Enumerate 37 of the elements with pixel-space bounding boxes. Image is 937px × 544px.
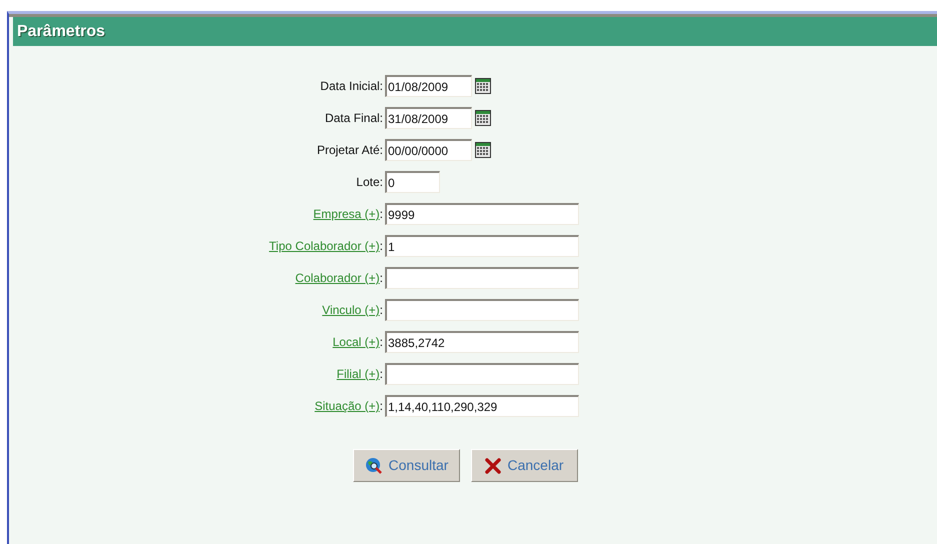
field-link[interactable]: Local (+): [332, 333, 380, 351]
field-link[interactable]: Vinculo (+): [322, 301, 380, 319]
colon-label: :: [380, 206, 383, 223]
cancel-button[interactable]: Cancelar: [471, 449, 578, 482]
colon-label: :: [380, 238, 383, 255]
input-field[interactable]: 3885,2742: [385, 331, 579, 353]
field-link[interactable]: Situação (+): [314, 397, 380, 415]
calendar-icon[interactable]: [475, 142, 491, 158]
colon-label: :: [380, 366, 383, 383]
field-link[interactable]: Colaborador (+): [295, 269, 380, 287]
input-field[interactable]: 9999: [385, 203, 579, 225]
input-field[interactable]: 0: [385, 171, 440, 193]
input-field[interactable]: 1,14,40,110,290,329: [385, 395, 579, 417]
calendar-icon[interactable]: [475, 110, 491, 126]
field-label: Projetar Até:: [316, 142, 383, 159]
field-link[interactable]: Tipo Colaborador (+): [269, 237, 380, 255]
panel-title: Parâmetros: [17, 22, 106, 42]
cross-icon: [485, 458, 502, 474]
input-field[interactable]: 31/08/2009: [385, 107, 472, 129]
colon-label: :: [380, 334, 383, 351]
colon-label: :: [380, 270, 383, 287]
field-label: Lote:: [356, 174, 383, 191]
calendar-icon[interactable]: [475, 78, 491, 94]
input-field[interactable]: [385, 363, 579, 385]
search-button[interactable]: Consultar: [353, 449, 460, 482]
globe-magnifier-icon: [364, 456, 383, 474]
colon-label: :: [380, 398, 383, 415]
field-label: Data Inicial:: [320, 78, 383, 95]
colon-label: :: [380, 302, 383, 319]
field-link[interactable]: Empresa (+): [313, 205, 380, 223]
input-field[interactable]: 00/00/0000: [385, 139, 472, 161]
field-link[interactable]: Filial (+): [336, 365, 380, 383]
field-label: Data Final:: [324, 110, 383, 127]
input-field[interactable]: 1: [385, 235, 579, 257]
input-field[interactable]: [385, 299, 579, 321]
input-field[interactable]: 01/08/2009: [385, 75, 472, 97]
input-field[interactable]: [385, 267, 579, 289]
